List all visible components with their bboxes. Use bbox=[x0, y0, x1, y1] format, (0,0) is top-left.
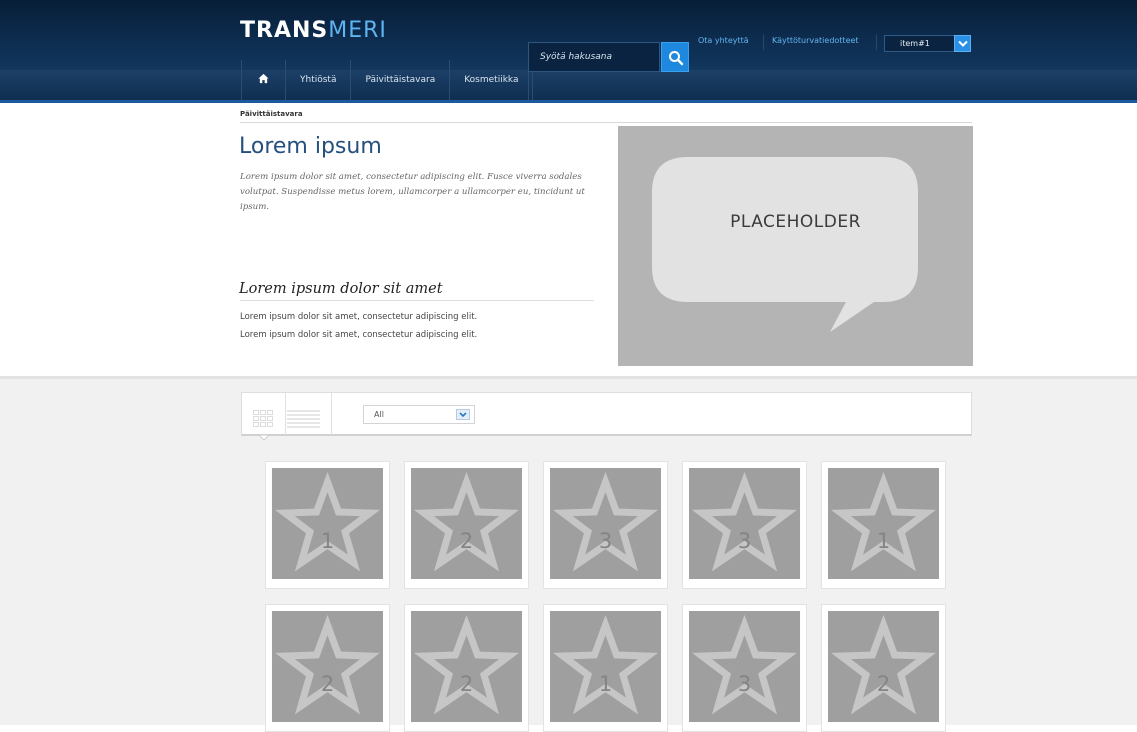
speech-bubble-icon bbox=[652, 157, 918, 332]
header-nav-band bbox=[0, 70, 1137, 100]
grid-view-icon bbox=[253, 410, 273, 441]
grid-view-button[interactable] bbox=[242, 393, 286, 441]
contact-link[interactable]: Ota yhteyttä bbox=[698, 34, 749, 48]
logo-part-1: TRANS bbox=[240, 18, 329, 43]
chevron-down-icon bbox=[459, 412, 467, 418]
product-number: 2 bbox=[320, 672, 335, 696]
search-box bbox=[528, 42, 661, 72]
product-number: 3 bbox=[737, 672, 752, 696]
star-icon bbox=[275, 614, 380, 715]
product-card[interactable]: 2 bbox=[404, 461, 529, 589]
star-icon bbox=[414, 471, 519, 572]
nav-home[interactable] bbox=[241, 60, 285, 100]
page-title: Lorem ipsum bbox=[239, 134, 382, 159]
product-card[interactable]: 3 bbox=[543, 461, 668, 589]
product-card[interactable]: 2 bbox=[265, 604, 390, 732]
product-image: 2 bbox=[411, 468, 522, 579]
search-divider bbox=[528, 72, 529, 100]
star-icon bbox=[414, 614, 519, 715]
site-logo[interactable]: TRANSMERI bbox=[240, 17, 387, 45]
safety-data-sheets-link[interactable]: Käyttöturvatiedotteet bbox=[772, 34, 859, 48]
product-image: 1 bbox=[828, 468, 939, 579]
hero-placeholder-image: PLACEHOLDER bbox=[618, 126, 973, 366]
product-card[interactable]: 3 bbox=[682, 461, 807, 589]
product-image: 3 bbox=[689, 611, 800, 722]
item-select-value: item#1 bbox=[900, 39, 930, 48]
site-header: TRANSMERI Yhtiöstä Päivittäistavara Kosm… bbox=[0, 0, 1137, 103]
intro-text: Lorem ipsum dolor sit amet, consectetur … bbox=[240, 172, 585, 212]
product-image: 3 bbox=[550, 468, 661, 579]
product-number: 2 bbox=[876, 672, 891, 696]
product-card[interactable]: 1 bbox=[821, 461, 946, 589]
section-subtitle: Lorem ipsum dolor sit amet bbox=[239, 281, 443, 297]
nav-item-paivittaistavara[interactable]: Päivittäistavara bbox=[350, 60, 449, 100]
search-input[interactable] bbox=[529, 43, 661, 71]
product-image: 2 bbox=[411, 611, 522, 722]
star-icon bbox=[692, 614, 797, 715]
product-number: 1 bbox=[598, 672, 613, 696]
product-card[interactable]: 2 bbox=[404, 604, 529, 732]
body-text-line: Lorem ipsum dolor sit amet, consectetur … bbox=[240, 312, 478, 322]
breadcrumb-divider bbox=[240, 122, 972, 123]
category-filter-select[interactable]: All bbox=[363, 405, 475, 424]
product-number: 2 bbox=[459, 672, 474, 696]
breadcrumb[interactable]: Päivittäistavara bbox=[240, 110, 303, 118]
star-icon bbox=[831, 614, 936, 715]
item-select[interactable]: item#1 bbox=[884, 35, 971, 52]
util-divider bbox=[763, 34, 764, 50]
body-text-line: Lorem ipsum dolor sit amet, consectetur … bbox=[240, 330, 478, 340]
product-image: 1 bbox=[272, 468, 383, 579]
filter-select-value: All bbox=[374, 410, 384, 419]
product-number: 3 bbox=[737, 529, 752, 553]
product-image: 1 bbox=[550, 611, 661, 722]
gallery-toolbar: All bbox=[241, 392, 972, 441]
product-card[interactable]: 3 bbox=[682, 604, 807, 732]
search-button[interactable] bbox=[661, 42, 689, 72]
star-icon bbox=[831, 471, 936, 572]
logo-part-2: MERI bbox=[328, 18, 387, 43]
chevron-down-icon bbox=[958, 40, 968, 47]
list-view-icon bbox=[287, 410, 320, 428]
filter-select-arrow[interactable] bbox=[456, 409, 470, 420]
home-icon bbox=[258, 73, 269, 83]
product-number: 1 bbox=[320, 529, 335, 553]
nav-item-kosmetiikka[interactable]: Kosmetiikka bbox=[449, 60, 534, 100]
nav-item-yhtiosta[interactable]: Yhtiöstä bbox=[285, 60, 350, 100]
main-nav: Yhtiöstä Päivittäistavara Kosmetiikka bbox=[241, 60, 534, 100]
product-card[interactable]: 1 bbox=[265, 461, 390, 589]
product-image: 3 bbox=[689, 468, 800, 579]
product-number: 3 bbox=[598, 529, 613, 553]
list-view-button[interactable] bbox=[286, 393, 332, 435]
search-icon bbox=[669, 51, 684, 66]
star-icon bbox=[692, 471, 797, 572]
product-number: 2 bbox=[459, 529, 474, 553]
subtitle-divider bbox=[240, 300, 594, 301]
product-image: 2 bbox=[272, 611, 383, 722]
placeholder-label: PLACEHOLDER bbox=[730, 212, 861, 232]
product-image: 2 bbox=[828, 611, 939, 722]
star-icon bbox=[275, 471, 380, 572]
util-divider bbox=[876, 34, 877, 50]
product-card[interactable]: 1 bbox=[543, 604, 668, 732]
star-icon bbox=[553, 471, 658, 572]
star-icon bbox=[553, 614, 658, 715]
item-select-arrow[interactable] bbox=[954, 35, 971, 52]
product-card[interactable]: 2 bbox=[821, 604, 946, 732]
product-number: 1 bbox=[876, 529, 891, 553]
